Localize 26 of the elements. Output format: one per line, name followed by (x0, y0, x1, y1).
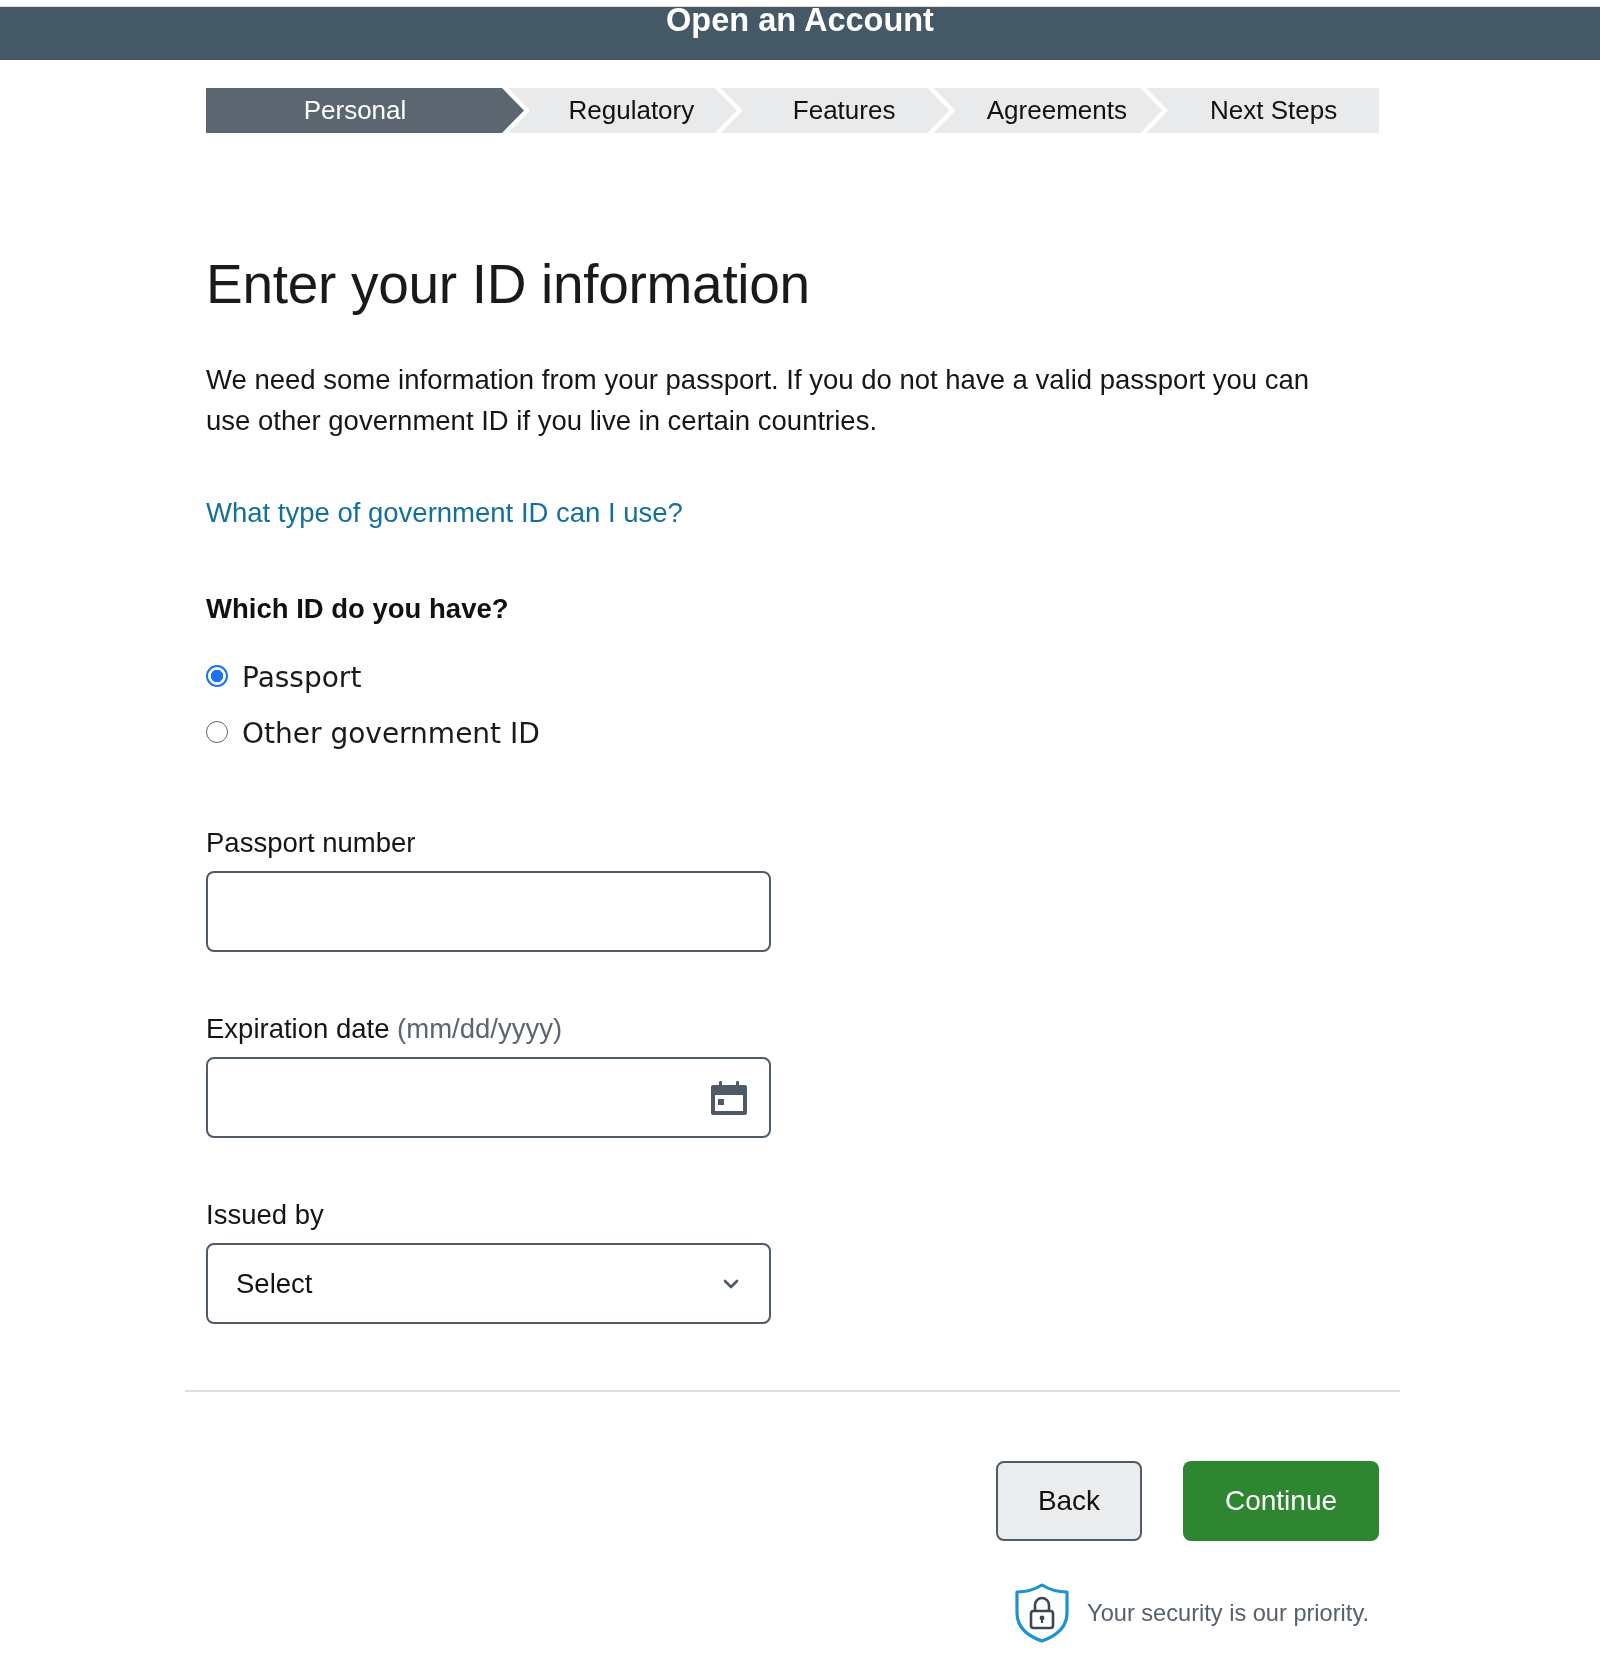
field-label: Passport number (206, 827, 417, 859)
radio-button[interactable] (206, 721, 228, 743)
shield-lock-icon (1014, 1583, 1071, 1643)
calendar-icon[interactable] (711, 1080, 747, 1115)
question-label: Which ID do you have? (206, 593, 510, 625)
chevron-down-icon (723, 1278, 739, 1289)
help-link[interactable]: What type of government ID can I use? (206, 497, 683, 529)
select-dropdown[interactable]: Select (206, 1243, 771, 1324)
security-note: Your security is our priority. (1087, 1599, 1369, 1627)
progress-step: Agreements (933, 88, 1163, 133)
progress-step: Personal (206, 88, 524, 133)
progress-step: Regulatory (508, 88, 737, 133)
radio-button[interactable] (206, 665, 228, 687)
date-field[interactable] (206, 1057, 771, 1138)
page-title: Open an Account (666, 1, 934, 39)
continue-button[interactable]: Continue (1183, 1461, 1379, 1541)
input-field[interactable] (206, 871, 771, 952)
back-button[interactable]: Back (996, 1461, 1142, 1541)
radio-label[interactable]: Passport (242, 660, 362, 696)
progress-step: Features (720, 88, 950, 133)
intro-text: We need some information from your passport. If you do not have a valid passport you can use other government ID if you live in certain countries. (206, 363, 1311, 438)
field-label: Issued by (206, 1199, 325, 1231)
radio-label[interactable]: Other government ID (242, 716, 540, 752)
progress-step: Next Steps (1146, 88, 1379, 133)
page-heading: Enter your ID information (206, 252, 811, 317)
field-label: Expiration date (mm/dd/yyyy) (206, 1013, 564, 1045)
